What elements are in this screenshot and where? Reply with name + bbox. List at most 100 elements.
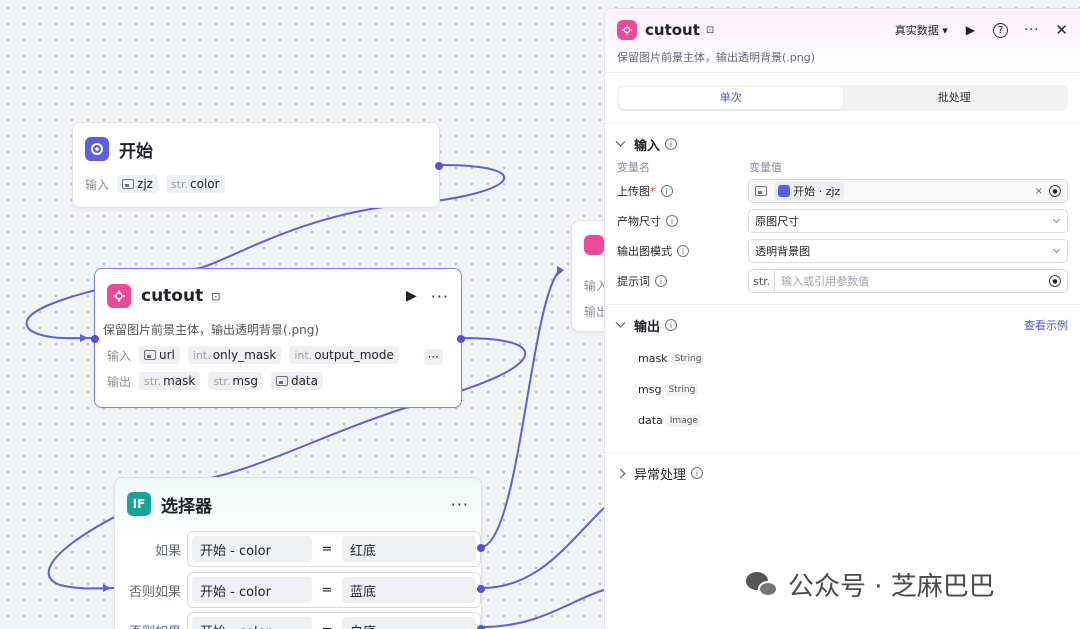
variable-ref-icon[interactable]: ● <box>1049 275 1061 287</box>
output-section: 输出 i 查看示例 mask String msg String data Image <box>605 311 1080 436</box>
prompt-input[interactable]: str. 输入或引用参数值 ● <box>748 269 1068 293</box>
wechat-icon <box>746 570 780 600</box>
param-row-size: 产物尺寸 i 原图尺寸 <box>617 206 1068 236</box>
variable-ref-icon[interactable]: ● <box>1049 185 1061 197</box>
input-section-toggle[interactable]: 输入 i <box>615 130 1068 158</box>
start-icon <box>85 137 109 161</box>
cutout-input-port[interactable] <box>91 335 99 343</box>
upload-image-input[interactable]: 开始 · zjz × ● <box>748 179 1068 203</box>
chevron-down-icon <box>1052 215 1061 224</box>
more-button[interactable]: ··· <box>1024 23 1039 38</box>
run-button[interactable]: ▶ <box>406 288 417 304</box>
param-row-upload: 上传图 * i 开始 · zjz × ● <box>617 176 1068 206</box>
save-icon[interactable]: ⊡ <box>211 290 220 303</box>
image-icon <box>144 350 157 360</box>
run-button[interactable]: ▶ <box>966 23 975 37</box>
exception-section-toggle[interactable]: 异常处理 i <box>615 459 1068 487</box>
output-var-data: data <box>270 372 323 390</box>
output-var-msg: str. msg <box>208 372 263 390</box>
save-icon[interactable]: ⊡ <box>706 25 714 36</box>
input-var-zjz: zjz <box>117 175 158 193</box>
condition-row[interactable]: 如果 开始 - color = 红底 <box>115 531 481 567</box>
info-icon[interactable]: i <box>655 275 667 287</box>
output-mode-select[interactable]: 透明背景图 <box>748 239 1068 263</box>
close-icon[interactable]: ✕ <box>1055 21 1068 39</box>
info-icon[interactable]: i <box>660 185 673 197</box>
cutout-node[interactable]: cutout ⊡ ▶ ··· 保留图片前景主体，输出透明背景(.png) 输入 … <box>91 268 465 408</box>
exception-section: 异常处理 i <box>605 459 1080 487</box>
image-icon <box>122 179 135 189</box>
partial-node-icon <box>584 235 604 255</box>
more-button[interactable]: ··· <box>451 495 469 514</box>
cutout-output-label: 输出 <box>107 374 132 389</box>
cutout-icon <box>107 284 131 308</box>
image-icon <box>755 186 768 196</box>
run-mode-tabs: 单次 批处理 <box>617 85 1068 111</box>
output-var-row: msg String <box>617 374 1068 405</box>
clear-icon[interactable]: × <box>1035 186 1043 197</box>
selector-node[interactable]: IF 选择器 ··· 如果 开始 - color = 红底 否则如果 开始 - … <box>114 477 485 629</box>
start-input-label: 输入 <box>85 177 110 192</box>
expand-inputs-button[interactable]: ··· <box>423 349 443 365</box>
cutout-description: 保留图片前景主体，输出透明背景(.png) <box>103 323 320 337</box>
node-detail-panel: cutout ⊡ 真实数据 ▾ ▶ ? ··· ✕ 保留图片前景主体，输出透明背… <box>604 8 1080 629</box>
condition-port[interactable] <box>477 585 485 593</box>
condition-operator[interactable]: = <box>312 623 342 629</box>
start-icon <box>778 185 791 197</box>
info-icon[interactable]: i <box>666 215 678 227</box>
more-button[interactable]: ··· <box>431 287 449 306</box>
output-var-row: data Image <box>617 405 1068 436</box>
condition-row[interactable]: 否则如果 开始 - color = 白底 <box>115 612 481 629</box>
condition-operator[interactable]: = <box>312 583 342 598</box>
input-var-color: str. color <box>165 175 225 193</box>
start-node[interactable]: 开始 输入 zjz str. color <box>72 122 443 208</box>
input-section: 输入 i 变量名 变量值 上传图 * i 开始 · zjz × ● 产物尺寸 i 原图… <box>605 130 1080 296</box>
chevron-down-icon <box>615 136 626 147</box>
chevron-down-icon <box>1052 245 1061 254</box>
start-output-port[interactable] <box>435 162 443 170</box>
input-var-only-mask: int. only_mask <box>187 346 282 364</box>
param-row-prompt: 提示词 i str. 输入或引用参数值 ● <box>617 266 1068 296</box>
cutout-input-label: 输入 <box>107 348 132 363</box>
col-name-header: 变量名 <box>617 161 650 174</box>
condition-left[interactable]: 开始 - color <box>192 617 312 629</box>
start-node-title: 开始 <box>119 141 153 162</box>
col-value-header: 变量值 <box>749 161 782 174</box>
tab-batch[interactable]: 批处理 <box>843 87 1067 109</box>
condition-port[interactable] <box>477 544 485 552</box>
output-size-select[interactable]: 原图尺寸 <box>748 209 1068 233</box>
selector-node-title: 选择器 <box>161 496 212 517</box>
info-icon[interactable]: i <box>691 467 704 479</box>
data-mode-select[interactable]: 真实数据 ▾ <box>895 22 948 38</box>
input-var-output-mode: int. output_mode <box>289 346 399 364</box>
output-var-mask: str. mask <box>139 372 201 390</box>
panel-title: cutout <box>645 21 700 39</box>
condition-port[interactable] <box>477 625 485 629</box>
watermark: 公众号 · 芝麻巴巴 <box>746 566 995 603</box>
info-icon[interactable]: i <box>665 319 678 331</box>
view-example-link[interactable]: 查看示例 <box>1024 317 1068 333</box>
param-row-mode: 输出图模式 i 透明背景图 <box>617 236 1068 266</box>
condition-left[interactable]: 开始 - color <box>192 536 312 562</box>
condition-row[interactable]: 否则如果 开始 - color = 蓝底 <box>115 572 481 608</box>
condition-right[interactable]: 红底 <box>342 536 476 562</box>
info-icon[interactable]: i <box>677 245 689 257</box>
help-icon[interactable]: ? <box>993 22 1009 38</box>
cutout-icon <box>617 20 637 40</box>
cutout-node-title: cutout <box>141 286 204 306</box>
input-var-url: url <box>139 346 180 364</box>
tab-single[interactable]: 单次 <box>619 87 843 109</box>
condition-left[interactable]: 开始 - color <box>192 577 312 603</box>
chevron-right-icon <box>615 468 626 478</box>
cutout-output-port[interactable] <box>457 335 465 343</box>
condition-operator[interactable]: = <box>312 542 342 557</box>
info-icon[interactable]: i <box>665 138 678 150</box>
image-icon <box>275 376 288 386</box>
output-section-toggle[interactable]: 输出 i 查看示例 <box>615 311 1068 339</box>
output-var-row: mask String <box>617 343 1068 374</box>
chevron-down-icon <box>615 317 626 328</box>
condition-right[interactable]: 白底 <box>342 617 476 629</box>
panel-subtitle: 保留图片前景主体，输出透明背景(.png) <box>617 51 816 64</box>
condition-right[interactable]: 蓝底 <box>342 577 476 603</box>
selector-icon: IF <box>127 492 151 516</box>
